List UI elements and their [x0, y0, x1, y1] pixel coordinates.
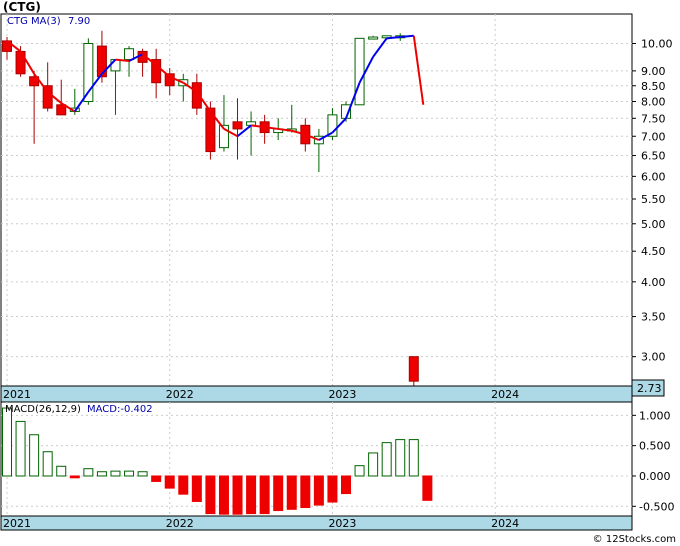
- candle-body: [232, 121, 243, 130]
- candle-body: [368, 36, 379, 40]
- price-x-label: 2023: [328, 388, 356, 401]
- macd-value: MACD:-0.402: [87, 404, 153, 415]
- ticker-label: CTG: [7, 16, 28, 27]
- macd-x-label: 2024: [491, 517, 519, 530]
- price-tick-label: 3.00: [641, 351, 666, 364]
- macd-bar: [232, 475, 243, 515]
- macd-x-label: 2021: [3, 517, 31, 530]
- macd-bar: [286, 475, 297, 510]
- price-date-band: [0, 385, 633, 403]
- macd-bar: [124, 470, 135, 477]
- ma-segment: [115, 58, 130, 62]
- price-tick-label: 5.00: [641, 218, 666, 231]
- macd-bar: [422, 475, 433, 501]
- macd-bar: [381, 442, 392, 477]
- macd-panel: [0, 401, 633, 531]
- chart-canvas: 10.00 9.00 8.50 8.00 7.50 7.00 6.50 6.00 5.50 5.0…: [0, 13, 674, 531]
- macd-bar: [15, 420, 26, 477]
- price-tick-label: 7.50: [641, 112, 666, 125]
- candle-body: [354, 37, 365, 106]
- price-tick-label: 6.00: [641, 170, 666, 183]
- macd-bar: [300, 475, 311, 509]
- macd-bar: [246, 475, 257, 515]
- macd-axis: 1.000 0.500 0.000 -0.500: [632, 409, 674, 513]
- candle-body: [56, 104, 67, 116]
- candle-body: [110, 59, 121, 72]
- macd-bar: [69, 475, 80, 479]
- price-panel: [0, 13, 633, 403]
- last-price-label: 2.73: [637, 382, 662, 395]
- macd-date-band: [0, 515, 633, 531]
- candle-body: [96, 45, 107, 78]
- candle-body: [408, 356, 419, 382]
- macd-bar: [83, 468, 94, 477]
- macd-bar: [395, 439, 406, 477]
- price-tick-label: 5.50: [641, 193, 666, 206]
- macd-bar: [191, 475, 202, 502]
- price-tick-label: 8.50: [641, 80, 666, 93]
- macd-bar: [29, 434, 40, 477]
- macd-bar: [151, 475, 162, 482]
- ma-segment: [400, 34, 414, 39]
- macd-bar: [218, 475, 229, 515]
- macd-bar: [110, 470, 121, 477]
- macd-tick-label: 0.500: [639, 440, 671, 453]
- macd-tick-label: 1.000: [639, 409, 671, 422]
- price-tick-label: 4.50: [641, 245, 666, 258]
- macd-bar: [56, 465, 67, 477]
- macd-bar: [408, 439, 419, 477]
- macd-bar: [259, 475, 270, 515]
- macd-bar: [354, 465, 365, 477]
- price-tick-label: 9.00: [641, 65, 666, 78]
- macd-tick-label: 0.000: [639, 470, 671, 483]
- macd-bar: [327, 475, 338, 503]
- footer-credit: © 12Stocks.com: [592, 534, 676, 545]
- price-x-label: 2022: [166, 388, 194, 401]
- ma-label: MA(3): [31, 16, 61, 27]
- price-tick-label: 4.00: [641, 276, 666, 289]
- price-tick-label: 7.00: [641, 130, 666, 143]
- macd-bar: [313, 475, 324, 506]
- macd-bar: [137, 471, 148, 477]
- macd-x-label: 2022: [166, 517, 194, 530]
- price-tick-label: 10.00: [641, 37, 673, 50]
- macd-bar: [341, 475, 351, 495]
- macd-bar: [273, 475, 284, 512]
- candle-body: [124, 48, 135, 61]
- macd-bar: [368, 452, 379, 477]
- macd-bar: [205, 475, 216, 515]
- macd-bar: [96, 471, 107, 477]
- macd-bar: [164, 475, 175, 489]
- ma-segment: [386, 36, 401, 40]
- macd-x-label: 2023: [328, 517, 356, 530]
- macd-bar: [42, 451, 53, 477]
- price-x-label: 2021: [3, 388, 31, 401]
- macd-bar: [2, 407, 12, 477]
- macd-tick-label: -0.500: [639, 500, 674, 513]
- ma-value: 7.90: [68, 16, 90, 27]
- price-axis: 10.00 9.00 8.50 8.00 7.50 7.00 6.50 6.00 5.50 5.0…: [632, 37, 673, 364]
- price-tick-label: 6.50: [641, 150, 666, 163]
- price-x-label: 2024: [491, 388, 519, 401]
- macd-label: MACD(26,12,9): [5, 404, 81, 415]
- macd-bar: [178, 475, 189, 495]
- price-tick-label: 8.00: [641, 96, 666, 109]
- price-tick-label: 3.50: [641, 311, 666, 324]
